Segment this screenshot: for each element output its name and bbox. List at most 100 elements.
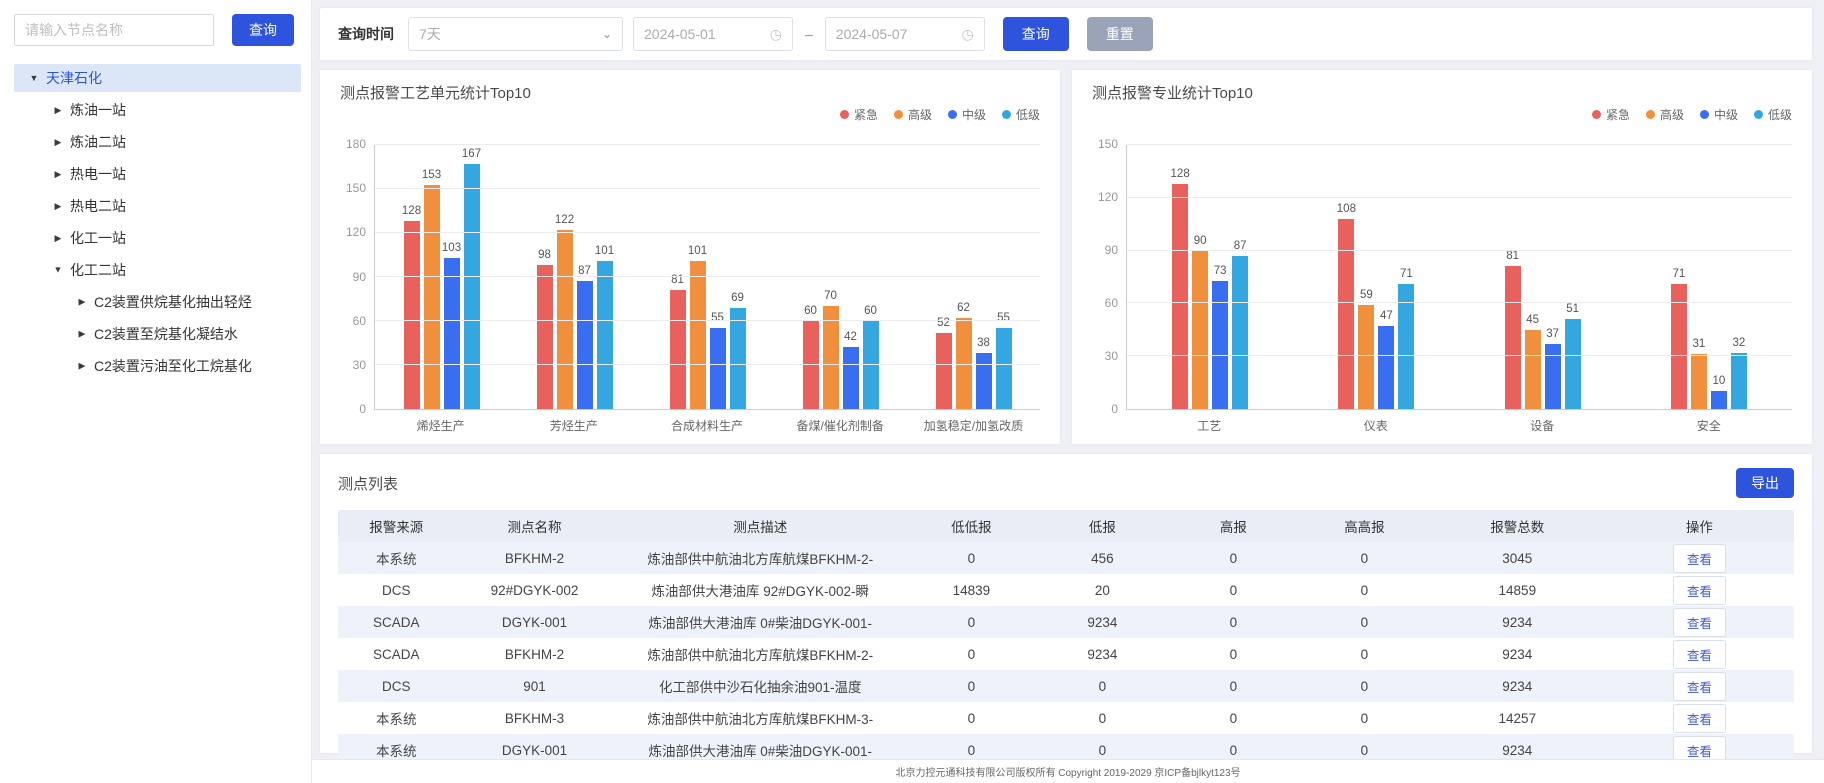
y-axis: 0306090120150	[1092, 145, 1126, 410]
table-cell: 化工部供中沙石化抽余油901-温度	[615, 670, 906, 702]
legend-dot-icon	[1754, 110, 1763, 119]
legend-dot-icon	[840, 110, 849, 119]
legend-item[interactable]: 低级	[1754, 105, 1792, 123]
bar-group: 128153103167	[375, 145, 508, 409]
y-tick-label: 120	[346, 225, 366, 239]
table-cell: 14839	[906, 574, 1037, 606]
chart-plot-area: 1281531031679812287101811015569607042605…	[374, 145, 1040, 410]
legend-item[interactable]: 高级	[894, 105, 932, 123]
bar-高级: 90	[1192, 251, 1208, 409]
caret-down-icon[interactable]: ▼	[51, 265, 65, 275]
end-date-value: 2024-05-07	[836, 26, 908, 42]
specialty-alarm-chart: 测点报警专业统计Top10 紧急高级中级低级 0306090120150 128…	[1072, 70, 1812, 444]
bar-value-label: 45	[1526, 314, 1539, 326]
tree-node[interactable]: ▶热电一站	[14, 160, 301, 188]
bar-紧急: 128	[404, 221, 420, 409]
view-button[interactable]: 查看	[1673, 544, 1726, 573]
export-button[interactable]: 导出	[1736, 468, 1794, 498]
bar-value-label: 55	[711, 312, 724, 324]
tree-node[interactable]: ▶炼油二站	[14, 128, 301, 156]
table-cell: 0	[906, 542, 1037, 574]
action-cell: 查看	[1605, 606, 1794, 638]
bar-value-label: 101	[688, 245, 707, 257]
chart-title: 测点报警工艺单元统计Top10	[340, 82, 1040, 103]
bar-group: 811015569	[641, 145, 774, 409]
bar-group: 52623855	[907, 145, 1040, 409]
column-header: 高报	[1168, 510, 1299, 542]
tree-node[interactable]: ▶C2装置供烷基化抽出轻烃	[14, 288, 301, 316]
bar-value-label: 42	[844, 331, 857, 343]
caret-right-icon[interactable]: ▶	[51, 169, 65, 179]
table-cell: 0	[1299, 606, 1430, 638]
action-cell: 查看	[1605, 702, 1794, 734]
time-range-select[interactable]: 7天 ⌄	[408, 17, 623, 51]
caret-right-icon[interactable]: ▶	[51, 105, 65, 115]
x-tick-label: 安全	[1626, 417, 1793, 434]
y-tick-label: 90	[353, 270, 366, 284]
measure-point-table: 报警来源测点名称测点描述低低报低报高报高高报报警总数操作 本系统BFKHM-2炼…	[338, 510, 1794, 766]
end-date-input[interactable]: 2024-05-07 ◷	[825, 17, 985, 51]
y-tick-label: 30	[1105, 349, 1118, 363]
table-cell: DCS	[338, 670, 454, 702]
node-search-input[interactable]	[14, 14, 214, 46]
legend-item[interactable]: 中级	[1700, 105, 1738, 123]
bar-低级: 51	[1565, 319, 1581, 409]
bar-低级: 55	[996, 328, 1012, 409]
bar-中级: 10	[1711, 391, 1727, 409]
tree-node[interactable]: ▼天津石化	[14, 64, 301, 92]
x-tick-label: 仪表	[1293, 417, 1460, 434]
bar-value-label: 73	[1214, 265, 1227, 277]
tree-node[interactable]: ▶化工一站	[14, 224, 301, 252]
y-tick-label: 120	[1098, 190, 1118, 204]
bar-中级: 42	[843, 347, 859, 409]
caret-right-icon[interactable]: ▶	[51, 233, 65, 243]
caret-right-icon[interactable]: ▶	[75, 329, 89, 339]
table-cell: 0	[1299, 638, 1430, 670]
table-cell: 0	[906, 606, 1037, 638]
caret-right-icon[interactable]: ▶	[75, 297, 89, 307]
clock-icon: ◷	[770, 26, 782, 43]
table-cell: 0	[1037, 670, 1168, 702]
tree-node[interactable]: ▶C2装置污油至化工烷基化	[14, 352, 301, 380]
view-button[interactable]: 查看	[1673, 608, 1726, 637]
bar-value-label: 128	[402, 205, 421, 217]
table-cell: 456	[1037, 542, 1168, 574]
legend-item[interactable]: 紧急	[1592, 105, 1630, 123]
view-button[interactable]: 查看	[1673, 704, 1726, 733]
start-date-input[interactable]: 2024-05-01 ◷	[633, 17, 793, 51]
table-cell: 14859	[1430, 574, 1605, 606]
legend-dot-icon	[948, 110, 957, 119]
legend-dot-icon	[894, 110, 903, 119]
column-header: 测点名称	[454, 510, 614, 542]
view-button[interactable]: 查看	[1673, 576, 1726, 605]
table-cell: 炼油部供大港油库 0#柴油DGYK-001-	[615, 606, 906, 638]
caret-right-icon[interactable]: ▶	[51, 201, 65, 211]
view-button[interactable]: 查看	[1673, 640, 1726, 669]
caret-down-icon[interactable]: ▼	[27, 73, 41, 83]
view-button[interactable]: 查看	[1673, 672, 1726, 701]
table-cell: 9234	[1430, 638, 1605, 670]
x-tick-label: 设备	[1459, 417, 1626, 434]
legend-item[interactable]: 低级	[1002, 105, 1040, 123]
node-search-button[interactable]: 查询	[232, 14, 294, 46]
query-button[interactable]: 查询	[1003, 17, 1069, 51]
reset-button[interactable]: 重置	[1087, 17, 1153, 51]
sidebar: 查询 ▼天津石化▶炼油一站▶炼油二站▶热电一站▶热电二站▶化工一站▼化工二站▶C…	[0, 0, 312, 783]
legend-item[interactable]: 中级	[948, 105, 986, 123]
table-row: SCADADGYK-001炼油部供大港油库 0#柴油DGYK-001-09234…	[338, 606, 1794, 638]
table-cell: 0	[1299, 702, 1430, 734]
tree-node[interactable]: ▶炼油一站	[14, 96, 301, 124]
caret-right-icon[interactable]: ▶	[51, 137, 65, 147]
caret-right-icon[interactable]: ▶	[75, 361, 89, 371]
tree-node[interactable]: ▼化工二站	[14, 256, 301, 284]
legend-item[interactable]: 紧急	[840, 105, 878, 123]
bar-value-label: 103	[442, 242, 461, 254]
tree-node[interactable]: ▶C2装置至烷基化凝结水	[14, 320, 301, 348]
table-row: SCADABFKHM-2炼油部供中航油北方库航煤BFKHM-2-09234009…	[338, 638, 1794, 670]
legend-item[interactable]: 高级	[1646, 105, 1684, 123]
x-tick-label: 备煤/催化剂制备	[774, 417, 907, 434]
table-cell: 901	[454, 670, 614, 702]
tree-node-label: 热电二站	[70, 196, 126, 216]
table-cell: 0	[1168, 606, 1299, 638]
tree-node[interactable]: ▶ 热电二站	[14, 192, 301, 220]
